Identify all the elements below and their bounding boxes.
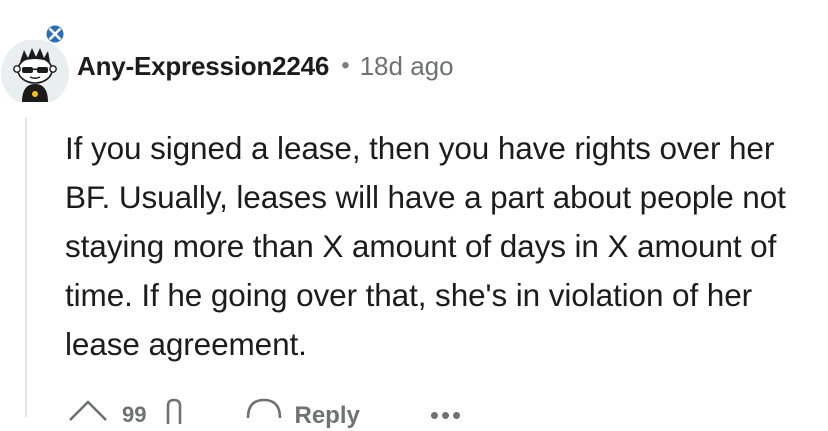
upvote-arrow-icon[interactable] [66,394,110,424]
avatar-area [0,22,74,106]
comment-header: Any-Expression2246 • 18d ago [77,46,454,86]
reply-button[interactable]: Reply [244,394,360,430]
speech-bubble-icon [247,398,282,419]
vote-count: 99 [122,402,147,427]
comment-actions: 99 Reply ••• [66,394,463,430]
timestamp[interactable]: 18d ago [360,51,454,82]
comment: Any-Expression2246 • 18d ago If you sign… [0,0,828,430]
thread-line[interactable] [25,118,27,417]
downvote-arrow-icon[interactable] [164,394,184,424]
more-options-icon[interactable]: ••• [430,400,463,431]
reply-label: Reply [294,402,360,429]
avatar[interactable] [0,40,70,102]
separator-dot: • [341,52,350,79]
username-link[interactable]: Any-Expression2246 [77,51,329,82]
comment-body: If you signed a lease, then you have rig… [65,130,786,362]
